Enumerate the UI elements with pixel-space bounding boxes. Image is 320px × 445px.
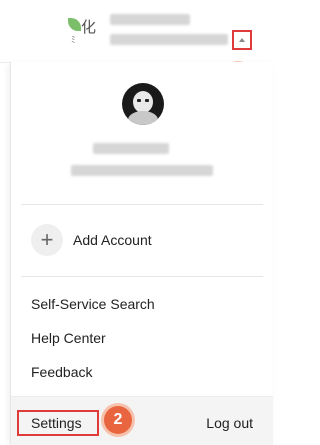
caret-up-icon xyxy=(239,38,245,42)
avatar-eye-left xyxy=(137,99,141,102)
leaf-logo-icon xyxy=(68,18,81,31)
step-badge-2: 2 xyxy=(104,406,132,434)
menu-item-help-center[interactable]: Help Center xyxy=(31,330,106,346)
account-dropdown-toggle[interactable] xyxy=(232,30,252,50)
divider-middle xyxy=(21,276,263,277)
account-email-redacted xyxy=(110,34,228,45)
logout-button[interactable]: Log out xyxy=(206,415,253,431)
company-logo: 化 ﾐ xyxy=(68,16,102,45)
menu-item-feedback[interactable]: Feedback xyxy=(31,364,92,380)
account-menu-panel: + Add Account Self-Service Search Help C… xyxy=(10,62,273,445)
add-account-label: Add Account xyxy=(73,232,152,248)
divider-top xyxy=(21,204,263,205)
top-bar: 化 ﾐ xyxy=(0,0,272,63)
user-email-redacted xyxy=(71,165,213,176)
account-name-redacted xyxy=(110,14,190,25)
logo-subtext: ﾐ xyxy=(71,35,76,45)
avatar xyxy=(122,83,164,125)
logo-text: 化 xyxy=(81,19,97,36)
user-name-redacted xyxy=(93,143,169,154)
avatar-face xyxy=(133,91,153,113)
settings-button[interactable]: Settings xyxy=(17,410,99,436)
avatar-body xyxy=(128,111,158,125)
avatar-eye-right xyxy=(145,99,149,102)
add-account-button[interactable]: + Add Account xyxy=(31,224,251,256)
menu-footer: Settings Log out xyxy=(11,396,273,445)
plus-icon: + xyxy=(31,224,63,256)
menu-item-self-service-search[interactable]: Self-Service Search xyxy=(31,296,155,312)
